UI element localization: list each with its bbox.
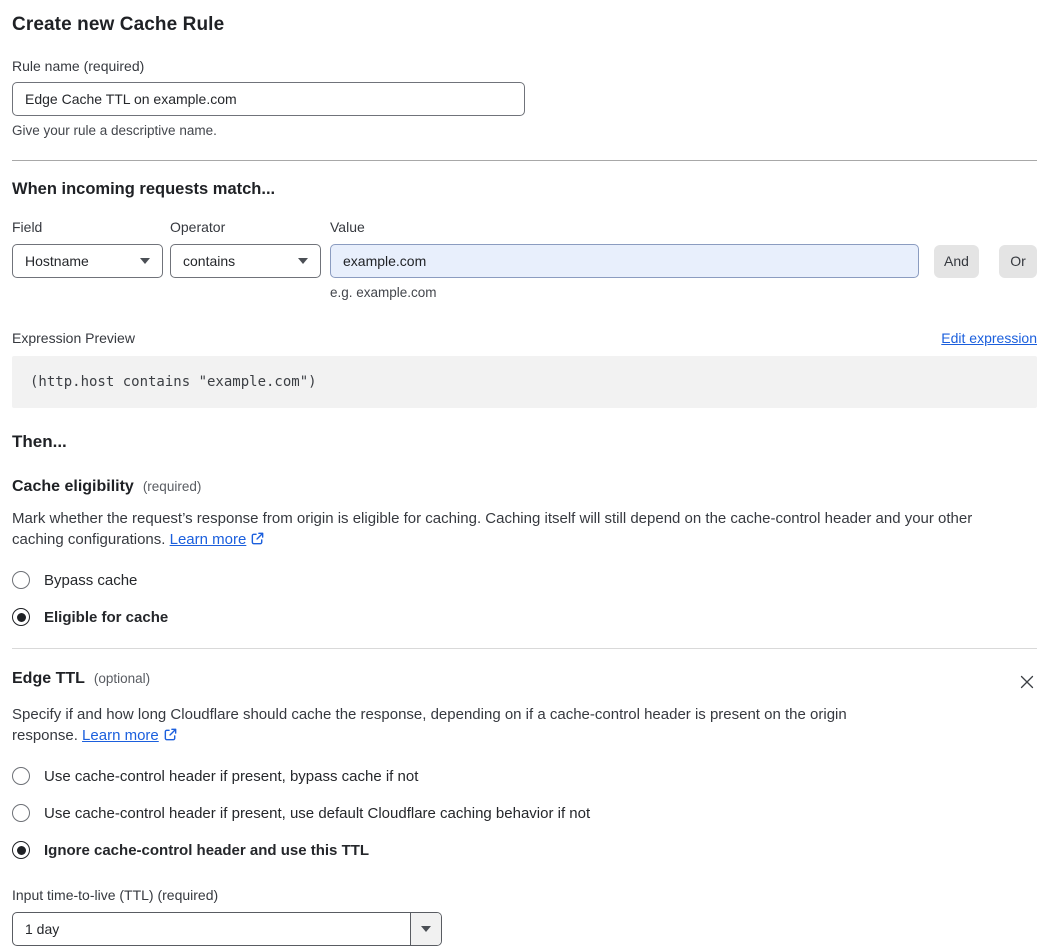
and-button[interactable]: And xyxy=(934,244,979,278)
rule-name-label: Rule name (required) xyxy=(12,58,145,74)
field-select-value: Hostname xyxy=(25,253,89,269)
cache-eligibility-description: Mark whether the request’s response from… xyxy=(12,508,1024,552)
field-label: Field xyxy=(12,219,43,235)
rule-name-help: Give your rule a descriptive name. xyxy=(12,123,217,138)
radio-eligible-for-cache[interactable]: Eligible for cache xyxy=(12,608,1037,626)
expression-code-text: (http.host contains "example.com") xyxy=(30,374,317,390)
value-input[interactable]: example.com xyxy=(330,244,919,278)
cache-eligibility-qualifier: (required) xyxy=(142,479,202,494)
radio-icon xyxy=(12,767,30,785)
radio-ignore-header-use-ttl-label: Ignore cache-control header and use this… xyxy=(44,841,370,859)
create-cache-rule-form: Create new Cache Rule Rule name (require… xyxy=(0,0,1058,946)
expression-code-block: (http.host contains "example.com") xyxy=(12,356,1037,408)
ttl-label: Input time-to-live (TTL) (required) xyxy=(12,887,219,903)
chevron-down-icon xyxy=(140,258,150,264)
operator-select-value: contains xyxy=(183,253,236,269)
value-label: Value xyxy=(330,219,365,235)
radio-bypass-cache-label: Bypass cache xyxy=(44,571,138,589)
value-input-text: example.com xyxy=(343,253,427,269)
cache-eligibility-heading-row: Cache eligibility (required) xyxy=(12,478,1037,496)
cache-eligibility-heading: Cache eligibility xyxy=(12,478,134,495)
value-help-text: e.g. example.com xyxy=(330,285,437,300)
chevron-down-icon xyxy=(421,926,431,932)
cache-eligibility-section: Cache eligibility (required) Mark whethe… xyxy=(12,478,1037,626)
radio-use-header-bypass-label: Use cache-control header if present, byp… xyxy=(44,767,419,785)
section-divider xyxy=(12,648,1037,649)
operator-label: Operator xyxy=(170,219,226,235)
operator-select[interactable]: contains xyxy=(170,244,321,278)
edge-ttl-section: Edge TTL (optional) Specify if and how l… xyxy=(12,670,1037,946)
ttl-input-block: Input time-to-live (TTL) (required) 1 da… xyxy=(12,887,1037,946)
edge-ttl-heading-row: Edge TTL (optional) xyxy=(12,670,1037,692)
radio-use-header-default[interactable]: Use cache-control header if present, use… xyxy=(12,804,1037,822)
field-select[interactable]: Hostname xyxy=(12,244,163,278)
rule-name-section: Rule name (required) Edge Cache TTL on e… xyxy=(12,58,1037,138)
expression-preview-label: Expression Preview xyxy=(12,330,135,346)
section-divider xyxy=(12,160,1037,161)
radio-selected-icon xyxy=(12,608,30,626)
ttl-combobox[interactable]: 1 day xyxy=(12,912,442,946)
edge-ttl-heading: Edge TTL xyxy=(12,670,85,687)
match-heading: When incoming requests match... xyxy=(12,180,276,198)
cache-eligibility-learn-more-link[interactable]: Learn more xyxy=(170,531,247,548)
rule-name-input-value: Edge Cache TTL on example.com xyxy=(25,91,237,107)
ttl-dropdown-button[interactable] xyxy=(410,913,441,945)
or-button[interactable]: Or xyxy=(999,244,1037,278)
match-controls-row: Hostname contains example.com And Or xyxy=(12,244,1037,278)
match-section: When incoming requests match... Field Op… xyxy=(12,180,1037,408)
ttl-combobox-value: 1 day xyxy=(25,921,60,937)
rule-name-input[interactable]: Edge Cache TTL on example.com xyxy=(12,82,525,116)
radio-ignore-header-use-ttl[interactable]: Ignore cache-control header and use this… xyxy=(12,841,1037,859)
page-title: Create new Cache Rule xyxy=(12,14,225,35)
edge-ttl-description: Specify if and how long Cloudflare shoul… xyxy=(12,704,852,748)
cache-eligibility-description-text: Mark whether the request’s response from… xyxy=(12,510,973,548)
external-link-icon xyxy=(250,531,265,552)
radio-use-header-bypass[interactable]: Use cache-control header if present, byp… xyxy=(12,767,1037,785)
radio-eligible-for-cache-label: Eligible for cache xyxy=(44,608,169,626)
radio-icon xyxy=(12,804,30,822)
edit-expression-link[interactable]: Edit expression xyxy=(941,330,1037,346)
radio-bypass-cache[interactable]: Bypass cache xyxy=(12,571,1037,589)
expression-preview-row: Expression Preview Edit expression xyxy=(12,330,1037,346)
then-heading: Then... xyxy=(12,432,67,451)
match-column-labels: Field Operator Value xyxy=(12,219,1037,235)
edge-ttl-learn-more-link[interactable]: Learn more xyxy=(82,727,159,744)
radio-selected-icon xyxy=(12,841,30,859)
chevron-down-icon xyxy=(298,258,308,264)
close-icon[interactable] xyxy=(1017,672,1037,692)
edge-ttl-qualifier: (optional) xyxy=(93,671,151,686)
radio-use-header-default-label: Use cache-control header if present, use… xyxy=(44,804,591,822)
external-link-icon xyxy=(163,727,178,748)
radio-icon xyxy=(12,571,30,589)
